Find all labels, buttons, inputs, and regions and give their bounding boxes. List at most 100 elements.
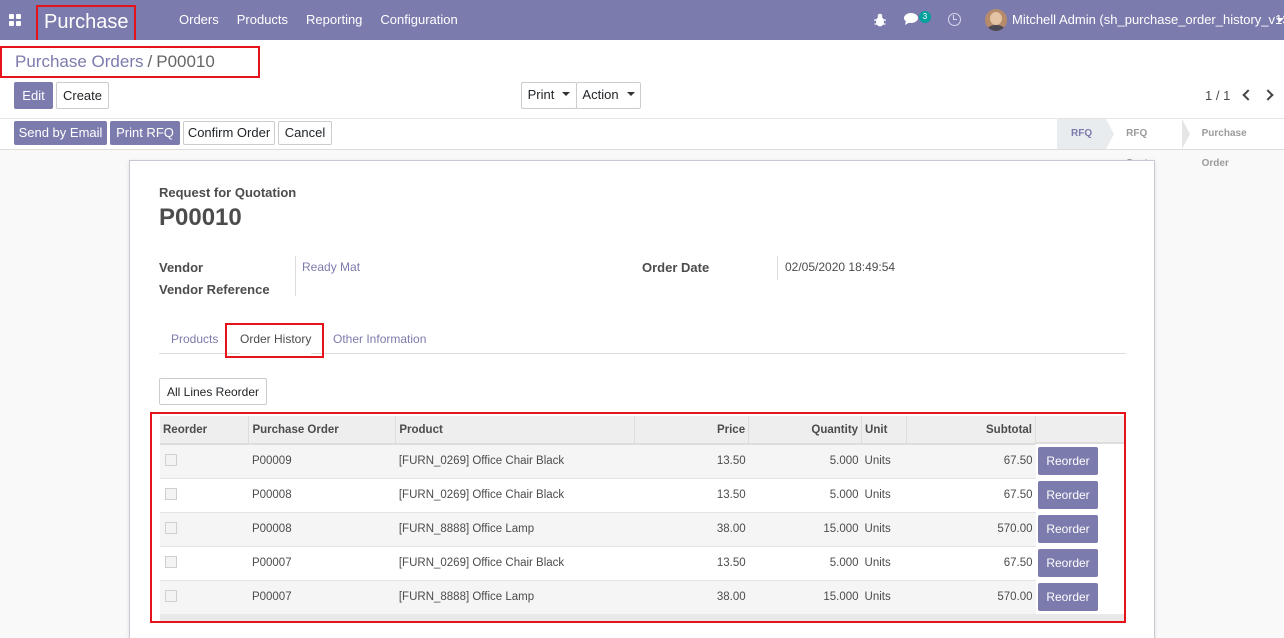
reorder-column-header <box>1036 416 1124 444</box>
stage-rfq-sent[interactable]: RFQ Sent <box>1106 119 1190 169</box>
col-price[interactable]: Price <box>634 416 750 445</box>
reorder-checkbox[interactable] <box>165 487 177 500</box>
pager-value[interactable]: 1 / 1 <box>1205 88 1230 103</box>
col-reorder[interactable]: Reorder <box>160 416 250 445</box>
user-menu-caret-icon[interactable] <box>1276 18 1284 22</box>
control-panel: Purchase Orders / P00010 Edit Create Print… <box>0 40 1284 169</box>
send-by-email-button[interactable]: Send by Email <box>14 121 107 145</box>
user-name[interactable]: Mitchell Admin (sh_purchase_order_histor… <box>1012 0 1284 40</box>
apps-menu-icon[interactable] <box>9 14 21 26</box>
subtotal-cell: 570.00 <box>906 512 1036 547</box>
reorder-checkbox[interactable] <box>165 589 177 602</box>
order-history-table: Reorder Purchase Order Product Price Qua… <box>160 416 1036 615</box>
quantity-cell: 15.000 <box>748 512 862 547</box>
chat-icon[interactable] <box>904 12 920 26</box>
col-unit[interactable]: Unit <box>861 416 908 445</box>
col-subtotal[interactable]: Subtotal <box>906 416 1036 445</box>
reorder-cell <box>160 478 249 513</box>
col-product[interactable]: Product <box>395 416 636 445</box>
reorder-cell <box>160 512 249 547</box>
reorder-button-label: Reorder <box>1038 481 1098 509</box>
reorder-checkbox[interactable] <box>165 453 177 466</box>
chat-count-badge: 3 <box>919 11 931 23</box>
all-lines-reorder-button[interactable]: All Lines Reorder <box>159 378 267 405</box>
purchase-order-cell: P00007 <box>248 546 396 581</box>
col-purchase-order[interactable]: Purchase Order <box>248 416 397 445</box>
tab-other-information[interactable]: Other Information <box>333 324 426 354</box>
document-name: P00010 <box>159 204 242 231</box>
stage-rfq[interactable]: RFQ <box>1057 119 1115 149</box>
reorder-cell <box>160 580 249 615</box>
edit-button[interactable]: Edit <box>14 82 53 109</box>
reorder-button[interactable]: Reorder <box>1038 447 1098 475</box>
breadcrumb-parent[interactable]: Purchase Orders <box>15 52 144 71</box>
subtotal-cell: 67.50 <box>906 546 1036 581</box>
reorder-checkbox[interactable] <box>165 555 177 568</box>
price-cell: 13.50 <box>634 546 749 581</box>
field-divider <box>295 256 296 296</box>
caret-down-icon <box>626 91 635 96</box>
reorder-button[interactable]: Reorder <box>1038 549 1098 577</box>
price-cell: 13.50 <box>634 478 749 513</box>
top-navbar: Purchase Orders Products Reporting Confi… <box>0 0 1284 42</box>
col-quantity[interactable]: Quantity <box>748 416 863 445</box>
order-history-table-box: Reorder Purchase Order Product Price Qua… <box>150 412 1126 623</box>
bug-icon[interactable] <box>874 13 886 27</box>
reorder-checkbox[interactable] <box>165 521 177 534</box>
app-name[interactable]: Purchase <box>36 5 136 42</box>
purchase-order-cell: P00007 <box>248 580 396 615</box>
quantity-cell: 5.000 <box>748 478 862 513</box>
unit-cell: Units <box>861 580 907 615</box>
order-date-label: Order Date <box>642 260 710 275</box>
unit-cell: Units <box>861 478 907 513</box>
tab-highlight-box <box>225 323 324 358</box>
pager-previous-icon[interactable] <box>1242 89 1254 101</box>
menu-orders[interactable]: Orders <box>170 0 228 40</box>
quantity-cell: 5.000 <box>748 546 862 581</box>
user-avatar[interactable] <box>985 9 1007 31</box>
product-cell: [FURN_8888] Office Lamp <box>395 580 635 615</box>
activity-clock-icon[interactable] <box>948 13 961 26</box>
table-footer <box>160 614 1124 621</box>
status-stages: RFQ RFQ Sent Purchase Order <box>1057 119 1284 169</box>
reorder-cell <box>160 546 249 581</box>
menu-products[interactable]: Products <box>228 0 297 40</box>
caret-down-icon <box>562 91 571 96</box>
cancel-button[interactable]: Cancel <box>278 121 332 145</box>
reorder-button-label: Reorder <box>1038 447 1098 475</box>
stage-purchase-order[interactable]: Purchase Order <box>1181 119 1284 169</box>
table-row: P00007 [FURN_0269] Office Chair Black 13… <box>160 546 1036 581</box>
confirm-order-button[interactable]: Confirm Order <box>183 121 275 145</box>
reorder-button[interactable]: Reorder <box>1038 583 1098 611</box>
product-cell: [FURN_0269] Office Chair Black <box>395 546 635 581</box>
table-row: P00008 [FURN_0269] Office Chair Black 13… <box>160 478 1036 513</box>
vendor-value[interactable]: Ready Mat <box>302 260 360 274</box>
reorder-button-label: Reorder <box>1038 549 1098 577</box>
unit-cell: Units <box>861 512 907 547</box>
create-button[interactable]: Create <box>56 82 109 109</box>
unit-cell: Units <box>861 546 907 581</box>
menu-reporting[interactable]: Reporting <box>297 0 371 40</box>
vendor-reference-label: Vendor Reference <box>159 282 270 297</box>
table-row: P00007 [FURN_8888] Office Lamp 38.00 15.… <box>160 580 1036 615</box>
print-rfq-button[interactable]: Print RFQ <box>110 121 180 145</box>
purchase-order-cell: P00008 <box>248 478 396 513</box>
breadcrumb: Purchase Orders / P00010 <box>0 46 260 78</box>
price-cell: 38.00 <box>634 580 749 615</box>
breadcrumb-separator: / <box>147 52 153 71</box>
form-sheet: Request for Quotation P00010 Vendor Read… <box>129 160 1155 638</box>
print-dropdown[interactable]: Print <box>521 82 577 109</box>
reorder-button[interactable]: Reorder <box>1038 515 1098 543</box>
tab-products[interactable]: Products <box>171 324 218 354</box>
quantity-cell: 15.000 <box>748 580 862 615</box>
pager-next-icon[interactable] <box>1262 89 1274 101</box>
subtotal-cell: 570.00 <box>906 580 1036 615</box>
breadcrumb-current: P00010 <box>156 52 215 71</box>
purchase-order-cell: P00009 <box>248 444 396 479</box>
subtotal-cell: 67.50 <box>906 444 1036 479</box>
order-date-value[interactable]: 02/05/2020 18:49:54 <box>785 260 895 274</box>
menu-configuration[interactable]: Configuration <box>371 0 466 40</box>
action-dropdown[interactable]: Action <box>576 82 641 109</box>
reorder-button[interactable]: Reorder <box>1038 481 1098 509</box>
reorder-button-label: Reorder <box>1038 515 1098 543</box>
